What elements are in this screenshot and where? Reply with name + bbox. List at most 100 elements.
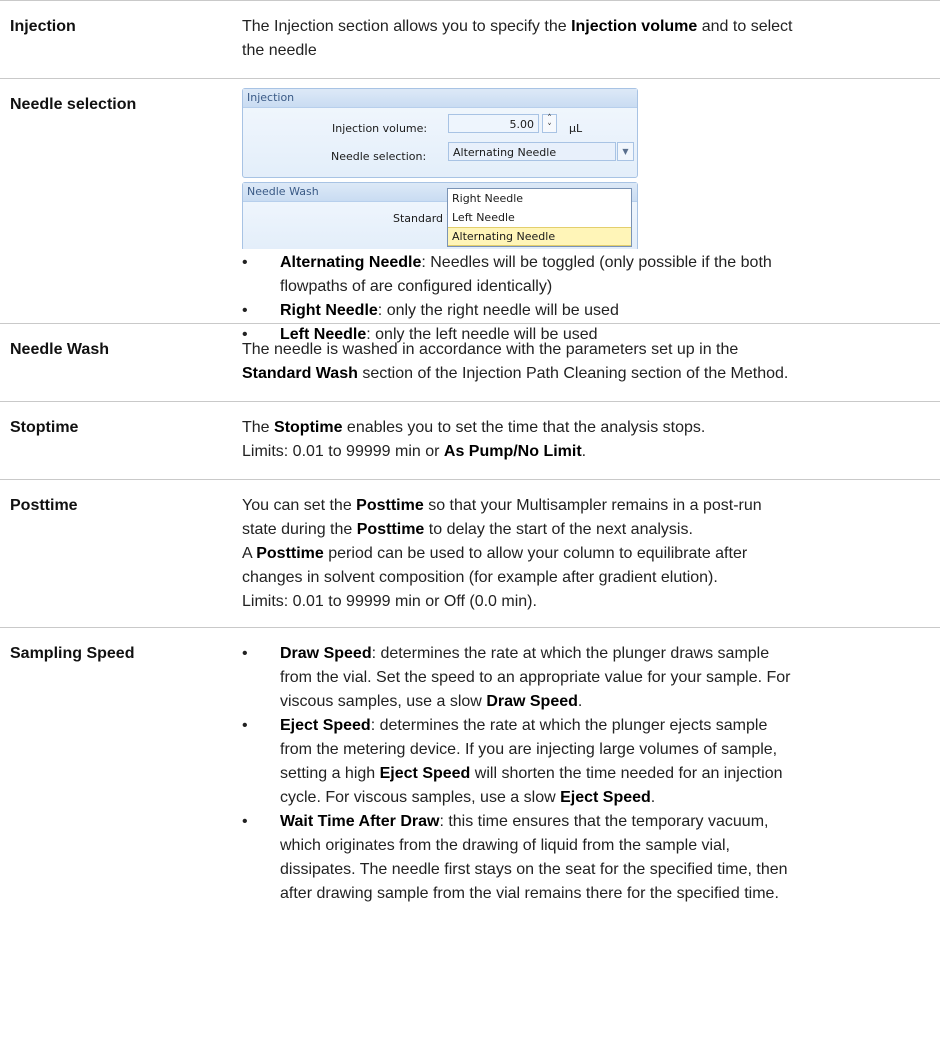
list-item: • Eject Speed: determines the rate at wh… — [242, 714, 930, 810]
row-posttime: Posttime You can set the Posttime so tha… — [0, 479, 940, 627]
text: : only the right needle will be used — [377, 302, 619, 319]
text: dissipates. The needle first stays on th… — [280, 861, 788, 878]
desc-line: the needle — [242, 42, 317, 59]
text: The — [242, 419, 275, 436]
desc-line: Limits: 0.01 to 99999 min or Off (0.0 mi… — [242, 593, 537, 610]
injection-volume-value: 5.00 — [509, 118, 535, 131]
desc-needle-wash: The needle is washed in accordance with … — [242, 324, 940, 400]
text: from the metering device. If you are inj… — [280, 741, 778, 758]
desc-line: A Posttime period can be used to allow y… — [242, 542, 930, 566]
desc-line: The Stoptime enables you to set the time… — [242, 416, 930, 440]
text: and to select — [697, 18, 793, 35]
row-stoptime: Stoptime The Stoptime enables you to set… — [0, 401, 940, 479]
row-needle-selection: Needle selection Injection Injection vol… — [0, 78, 940, 343]
text: The Injection section allows you to spec… — [242, 18, 572, 35]
bullet-icon: • — [242, 717, 248, 734]
bold-text: Draw Speed — [280, 645, 372, 662]
bold-text: As Pump/No Limit — [443, 443, 582, 460]
option-alternating-needle[interactable]: Alternating Needle — [448, 227, 631, 246]
text: . — [650, 789, 656, 806]
list-item: • Wait Time After Draw: this time ensure… — [242, 810, 930, 906]
term-sampling-speed: Sampling Speed — [10, 645, 135, 662]
text: . — [577, 693, 583, 710]
term-needle-wash: Needle Wash — [10, 341, 109, 358]
bullet-icon: • — [242, 813, 248, 830]
bold-text: Alternating Needle — [280, 254, 422, 271]
desc-line: state during the Posttime to delay the s… — [242, 518, 930, 542]
bold-text: Posttime — [356, 497, 424, 514]
injection-volume-label: Injection volume: — [332, 122, 428, 135]
row-sampling-speed: Sampling Speed • Draw Speed: determines … — [0, 627, 940, 968]
bullet-icon: • — [242, 302, 248, 319]
term-stoptime: Stoptime — [10, 419, 79, 436]
bold-text: Posttime — [356, 521, 425, 538]
text: section of the Injection Path Cleaning s… — [357, 365, 789, 382]
injection-volume-input[interactable]: 5.00 — [448, 114, 539, 133]
desc-stoptime: The Stoptime enables you to set the time… — [242, 402, 940, 478]
text: . — [581, 443, 587, 460]
volume-unit: µL — [569, 122, 583, 135]
term-posttime: Posttime — [10, 497, 78, 514]
text: to delay the start of the next analysis. — [424, 521, 693, 538]
text: state during the — [242, 521, 357, 538]
text: flowpaths of are configured identically) — [280, 278, 553, 295]
text: which originates from the drawing of liq… — [280, 837, 730, 854]
definition-table: Injection The Injection section allows y… — [0, 0, 940, 968]
injection-settings-screenshot: Injection Injection volume: 5.00 ˄ ˅ µL … — [242, 88, 638, 249]
needle-selection-combo[interactable]: Alternating Needle — [448, 142, 616, 161]
bold-text: Stoptime — [274, 419, 343, 436]
bold-text: Eject Speed — [560, 789, 651, 806]
injection-group-title: Injection — [243, 89, 637, 108]
bold-text: Eject Speed — [280, 717, 371, 734]
injection-group: Injection Injection volume: 5.00 ˄ ˅ µL … — [242, 88, 638, 178]
text: You can set the — [242, 497, 357, 514]
text: from the vial. Set the speed to an appro… — [280, 669, 791, 686]
desc-line: You can set the Posttime so that your Mu… — [242, 494, 930, 518]
sampling-speed-list: • Draw Speed: determines the rate at whi… — [242, 642, 930, 906]
needle-selection-label: Needle selection: — [331, 150, 427, 163]
text: setting a high — [280, 765, 380, 782]
text: : this time ensures that the temporary v… — [439, 813, 769, 830]
desc-injection: The Injection section allows you to spec… — [242, 1, 940, 77]
text: viscous samples, use a slow — [280, 693, 487, 710]
desc-line: The needle is washed in accordance with … — [242, 341, 739, 358]
desc-needle-selection: Injection Injection volume: 5.00 ˄ ˅ µL … — [242, 79, 940, 361]
needle-dropdown-list[interactable]: Right Needle Left Needle Alternating Nee… — [447, 188, 632, 247]
desc-line: The Injection section allows you to spec… — [242, 15, 930, 39]
desc-line: changes in solvent composition (for exam… — [242, 569, 718, 586]
text: : determines the rate at which the plung… — [371, 645, 770, 662]
text: cycle. For viscous samples, use a slow — [280, 789, 561, 806]
bullet-icon: • — [242, 254, 248, 271]
option-right-needle[interactable]: Right Needle — [448, 189, 631, 208]
text: enables you to set the time that the ana… — [342, 419, 706, 436]
text: : determines the rate at which the plung… — [370, 717, 768, 734]
text: period can be used to allow your column … — [323, 545, 748, 562]
needle-selection-value: Alternating Needle — [453, 146, 557, 159]
bold-text: Eject Speed — [379, 765, 471, 782]
list-item: • Draw Speed: determines the rate at whi… — [242, 642, 930, 714]
bold-text: Posttime — [256, 545, 324, 562]
text: Limits: 0.01 to 99999 min or — [242, 443, 444, 460]
desc-line: Standard Wash section of the Injection P… — [242, 362, 930, 386]
term-needle-selection: Needle selection — [10, 96, 137, 113]
bold-text: Right Needle — [280, 302, 378, 319]
list-item: • Alternating Needle: Needles will be to… — [242, 251, 930, 299]
volume-spinner[interactable]: ˄ ˅ — [542, 114, 557, 133]
chevron-down-icon[interactable]: ▼ — [617, 142, 634, 161]
option-left-needle[interactable]: Left Needle — [448, 208, 631, 227]
desc-posttime: You can set the Posttime so that your Mu… — [242, 480, 940, 628]
row-needle-wash: Needle Wash The needle is washed in acco… — [0, 323, 940, 401]
text: A — [242, 545, 257, 562]
spin-down-icon[interactable]: ˅ — [547, 123, 552, 133]
bullet-icon: • — [242, 645, 248, 662]
text: : Needles will be toggled (only possible… — [421, 254, 772, 271]
text: will shorten the time needed for an inje… — [470, 765, 783, 782]
list-item: • Right Needle: only the right needle wi… — [242, 299, 930, 323]
desc-line: Limits: 0.01 to 99999 min or As Pump/No … — [242, 440, 930, 464]
term-injection: Injection — [10, 18, 76, 35]
bold-text: Standard Wash — [242, 365, 358, 382]
desc-sampling-speed: • Draw Speed: determines the rate at whi… — [242, 628, 940, 920]
bold-text: Draw Speed — [486, 693, 578, 710]
row-injection: Injection The Injection section allows y… — [0, 0, 940, 78]
bold-text: Injection volume — [571, 18, 698, 35]
